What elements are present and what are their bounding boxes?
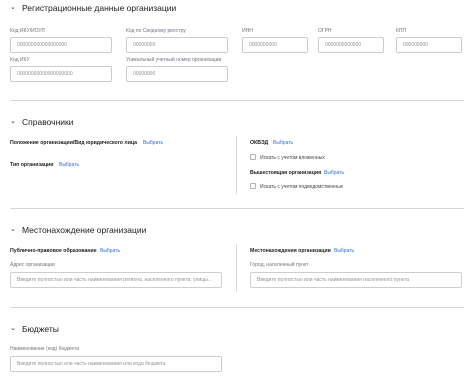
section-divider [10,100,464,101]
public-entity-select-link[interactable]: Выбрать [100,248,120,254]
city-label: Город, населенный пункт [250,262,309,268]
section-title-location: Местонахождение организации [22,225,147,235]
chevron-down-icon[interactable]: ⌄ [10,226,16,233]
column-separator [236,244,237,292]
chevron-down-icon[interactable]: ⌄ [10,325,16,332]
public-entity-label: Публично-правовое образование [10,248,97,254]
column-separator [236,136,237,194]
field-label-iku-ioul: Код ИКУ/ИОУЛ [10,28,45,34]
field-label-iku: Код ИКУ [10,57,30,63]
field-label-svodny-reestr: Код по Сводному реестру [126,28,186,34]
legal-form-label: Положение организации/Вид юридического л… [10,140,138,146]
unique-number-field[interactable]: 00000000 [126,66,228,82]
iku-ioul-field[interactable]: 000000000000000000 [10,37,112,53]
svodny-reestr-field[interactable]: 00000000 [126,37,228,53]
city-input[interactable]: Введите полностью или часть наименования… [250,272,462,288]
section-title-registration: Регистрационные данные организации [22,3,177,13]
legal-form-select-link[interactable]: Выбрать [143,140,163,146]
field-label-inn: ИНН [242,28,253,34]
address-label: Адрес организации [10,262,55,268]
org-location-label: Местонахождения организации [250,248,331,254]
chevron-down-icon[interactable]: ⌄ [10,118,16,125]
okved-nested-checkbox-label: Искать с учетом вложенных [260,155,325,161]
okved-nested-checkbox[interactable] [250,154,256,160]
org-location-select-link[interactable]: Выбрать [334,248,354,254]
okved-label: ОКВЭД [250,140,269,146]
field-label-unique-number: Уникальный учетный номер организации [126,57,222,63]
inn-field[interactable]: 0000000000 [242,37,308,53]
section-title-references: Справочники [22,117,74,127]
chevron-down-icon[interactable]: ⌄ [10,4,16,11]
field-label-ogrn: ОГРН [318,28,332,34]
budget-input[interactable]: Введите полностью или часть наименования… [10,356,222,372]
budget-label: Наименование (код) бюджета [10,346,79,352]
parent-org-select-link[interactable]: Выбрать [324,170,344,176]
section-divider [10,307,464,308]
parent-org-subordinate-checkbox-label: Искать с учетом подведомственных [260,184,344,190]
field-label-kpp: КПП [396,28,407,34]
section-divider [10,208,464,209]
kpp-field[interactable]: 000000000 [396,37,462,53]
section-title-budgets: Бюджеты [22,324,59,334]
parent-org-label: Вышестоящая организация [250,170,322,176]
ogrn-field[interactable]: 0000000000000 [318,37,384,53]
parent-org-subordinate-checkbox[interactable] [250,183,256,189]
org-type-select-link[interactable]: Выбрать [59,162,79,168]
iku-field[interactable]: 00000000000000000000 [10,66,112,82]
org-type-label: Тип организации [10,162,54,168]
okved-select-link[interactable]: Выбрать [273,140,293,146]
address-input[interactable]: Введите полностью или часть наименования… [10,272,222,288]
